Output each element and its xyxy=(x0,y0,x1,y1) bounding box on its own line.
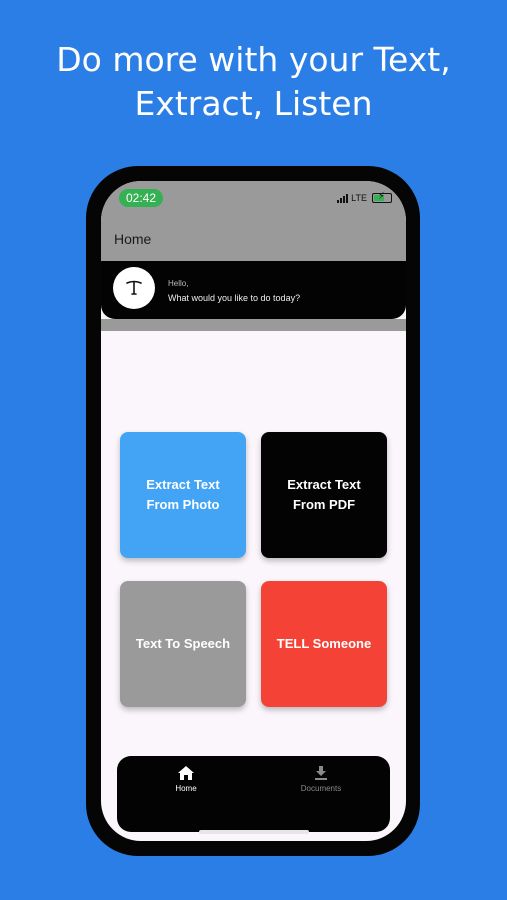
battery-icon: ⚡ xyxy=(372,191,392,203)
avatar[interactable] xyxy=(113,267,155,309)
nav-label-home: Home xyxy=(175,784,197,793)
network-label: LTE xyxy=(351,193,367,203)
greeting-hello: Hello, xyxy=(168,279,189,288)
tell-someone-button[interactable]: TELL Someone xyxy=(261,581,387,707)
bottom-navigation: Home Documents xyxy=(117,756,390,832)
promo-headline-line-1: Do more with your Text, xyxy=(56,40,451,79)
tile-label: Text To Speech xyxy=(135,636,231,651)
phone-screen: 02:42 LTE ⚡ Home Hello, What would you l… xyxy=(101,181,406,841)
text-logo-icon xyxy=(126,280,142,295)
text-to-speech-button[interactable]: Text To Speech xyxy=(120,581,246,707)
download-icon xyxy=(315,766,327,780)
tile-label: Extract Text From PDF xyxy=(287,477,361,512)
app-bar: 02:42 LTE ⚡ Home xyxy=(101,181,406,261)
nav-item-home[interactable]: Home xyxy=(141,766,231,793)
promo-headline-line-2: Extract, Listen xyxy=(134,84,373,123)
page-title: Home xyxy=(114,231,152,247)
nav-label-documents: Documents xyxy=(300,784,342,793)
greeting-question: What would you like to do today? xyxy=(168,293,301,303)
phone-frame: 02:42 LTE ⚡ Home Hello, What would you l… xyxy=(86,166,420,856)
extract-text-from-photo-button[interactable]: Extract Text From Photo xyxy=(120,432,246,558)
home-indicator xyxy=(199,830,309,834)
status-time: 02:42 xyxy=(119,189,163,207)
tile-label: Extract Text From Photo xyxy=(146,477,220,512)
extract-text-from-pdf-button[interactable]: Extract Text From PDF xyxy=(261,432,387,558)
signal-icon xyxy=(337,193,349,203)
promo-headline: Do more with your Text, Extract, Listen xyxy=(0,38,507,126)
tile-label: TELL Someone xyxy=(276,636,372,651)
home-icon xyxy=(178,766,194,780)
greeting-banner: Hello, What would you like to do today? xyxy=(101,261,406,319)
status-indicators: LTE ⚡ xyxy=(337,191,392,203)
nav-item-documents[interactable]: Documents xyxy=(276,766,366,793)
